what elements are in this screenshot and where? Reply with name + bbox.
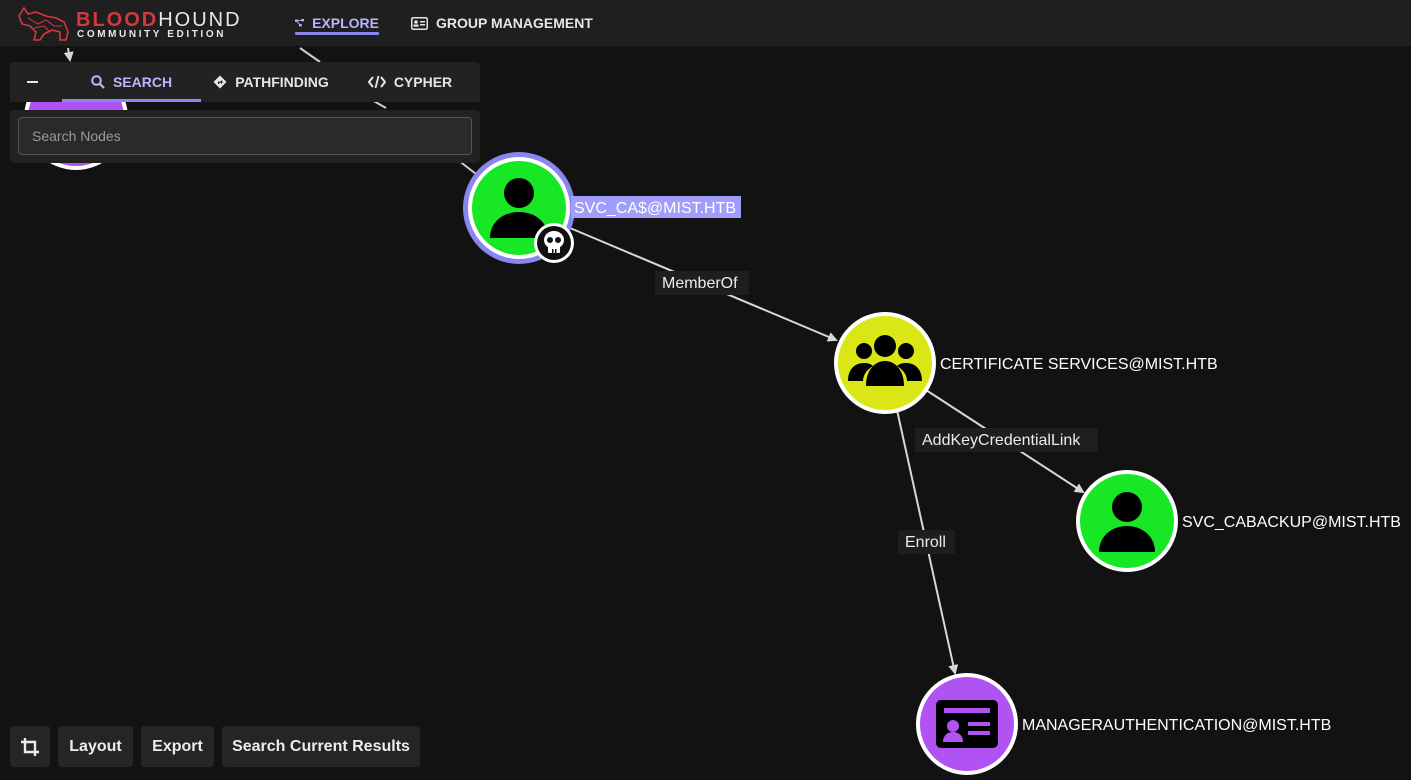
node-certificate-services[interactable]: CERTIFICATE SERVICES@MIST.HTB	[834, 312, 1218, 414]
tab-search[interactable]: SEARCH	[62, 62, 201, 102]
nav-group-management[interactable]: GROUP MANAGEMENT	[411, 0, 593, 46]
nav-group-management-label: GROUP MANAGEMENT	[436, 15, 593, 31]
crop-icon	[21, 737, 39, 756]
edge-label-addkeycredentiallink: AddKeyCredentialLink	[922, 432, 1081, 449]
crop-button[interactable]	[10, 726, 50, 767]
search-panel: SEARCH PATHFINDING CYPHER	[10, 62, 480, 163]
bloodhound-dog-icon	[18, 6, 69, 41]
search-icon	[91, 75, 105, 89]
node-label-svc-ca: SVC_CA$@MIST.HTB	[574, 200, 736, 217]
edge-memberof[interactable]: MemberOf	[569, 227, 838, 342]
node-label-svc-cabackup: SVC_CABACKUP@MIST.HTB	[1182, 514, 1401, 531]
logo-subtitle: COMMUNITY EDITION	[77, 29, 227, 40]
layout-button[interactable]: Layout	[58, 726, 133, 767]
edge-addkeycredentiallink[interactable]: AddKeyCredentialLink	[915, 389, 1098, 494]
export-button[interactable]: Export	[141, 726, 214, 767]
search-panel-tabs: SEARCH PATHFINDING CYPHER	[10, 62, 480, 102]
id-card-icon	[936, 700, 998, 748]
node-svc-ca[interactable]: SVC_CA$@MIST.HTB	[463, 152, 741, 264]
collapse-panel-button[interactable]	[10, 62, 54, 102]
route-icon	[213, 75, 227, 89]
tab-cypher-label: CYPHER	[393, 74, 453, 90]
skull-icon	[534, 223, 574, 263]
edge-label-memberof: MemberOf	[662, 275, 738, 292]
node-managerauthentication[interactable]: MANAGERAUTHENTICATION@MIST.HTB	[916, 673, 1331, 775]
search-nodes-input[interactable]	[18, 117, 472, 155]
code-icon	[367, 75, 386, 89]
node-label-managerauthentication: MANAGERAUTHENTICATION@MIST.HTB	[1022, 717, 1331, 734]
minus-icon	[26, 81, 38, 83]
tab-pathfinding-label: PATHFINDING	[235, 74, 329, 90]
graph-nodes-icon	[295, 19, 305, 27]
nav-explore-label: EXPLORE	[312, 15, 379, 31]
bloodhound-logo[interactable]: BLOODHOUND COMMUNITY EDITION	[16, 4, 240, 42]
id-card-icon	[411, 16, 428, 30]
tab-search-label: SEARCH	[112, 74, 173, 90]
top-navigation-bar: BLOODHOUND COMMUNITY EDITION EXPLORE GRO…	[0, 0, 1411, 46]
node-svc-cabackup[interactable]: SVC_CABACKUP@MIST.HTB	[1076, 470, 1401, 572]
tab-cypher[interactable]: CYPHER	[362, 62, 458, 102]
edge-label-enroll: Enroll	[905, 534, 946, 551]
tab-pathfinding[interactable]: PATHFINDING	[210, 62, 332, 102]
nav-explore[interactable]: EXPLORE	[295, 0, 379, 46]
node-label-certificate-services: CERTIFICATE SERVICES@MIST.HTB	[940, 356, 1218, 373]
search-current-results-button[interactable]: Search Current Results	[222, 726, 420, 767]
search-panel-body	[10, 110, 480, 163]
